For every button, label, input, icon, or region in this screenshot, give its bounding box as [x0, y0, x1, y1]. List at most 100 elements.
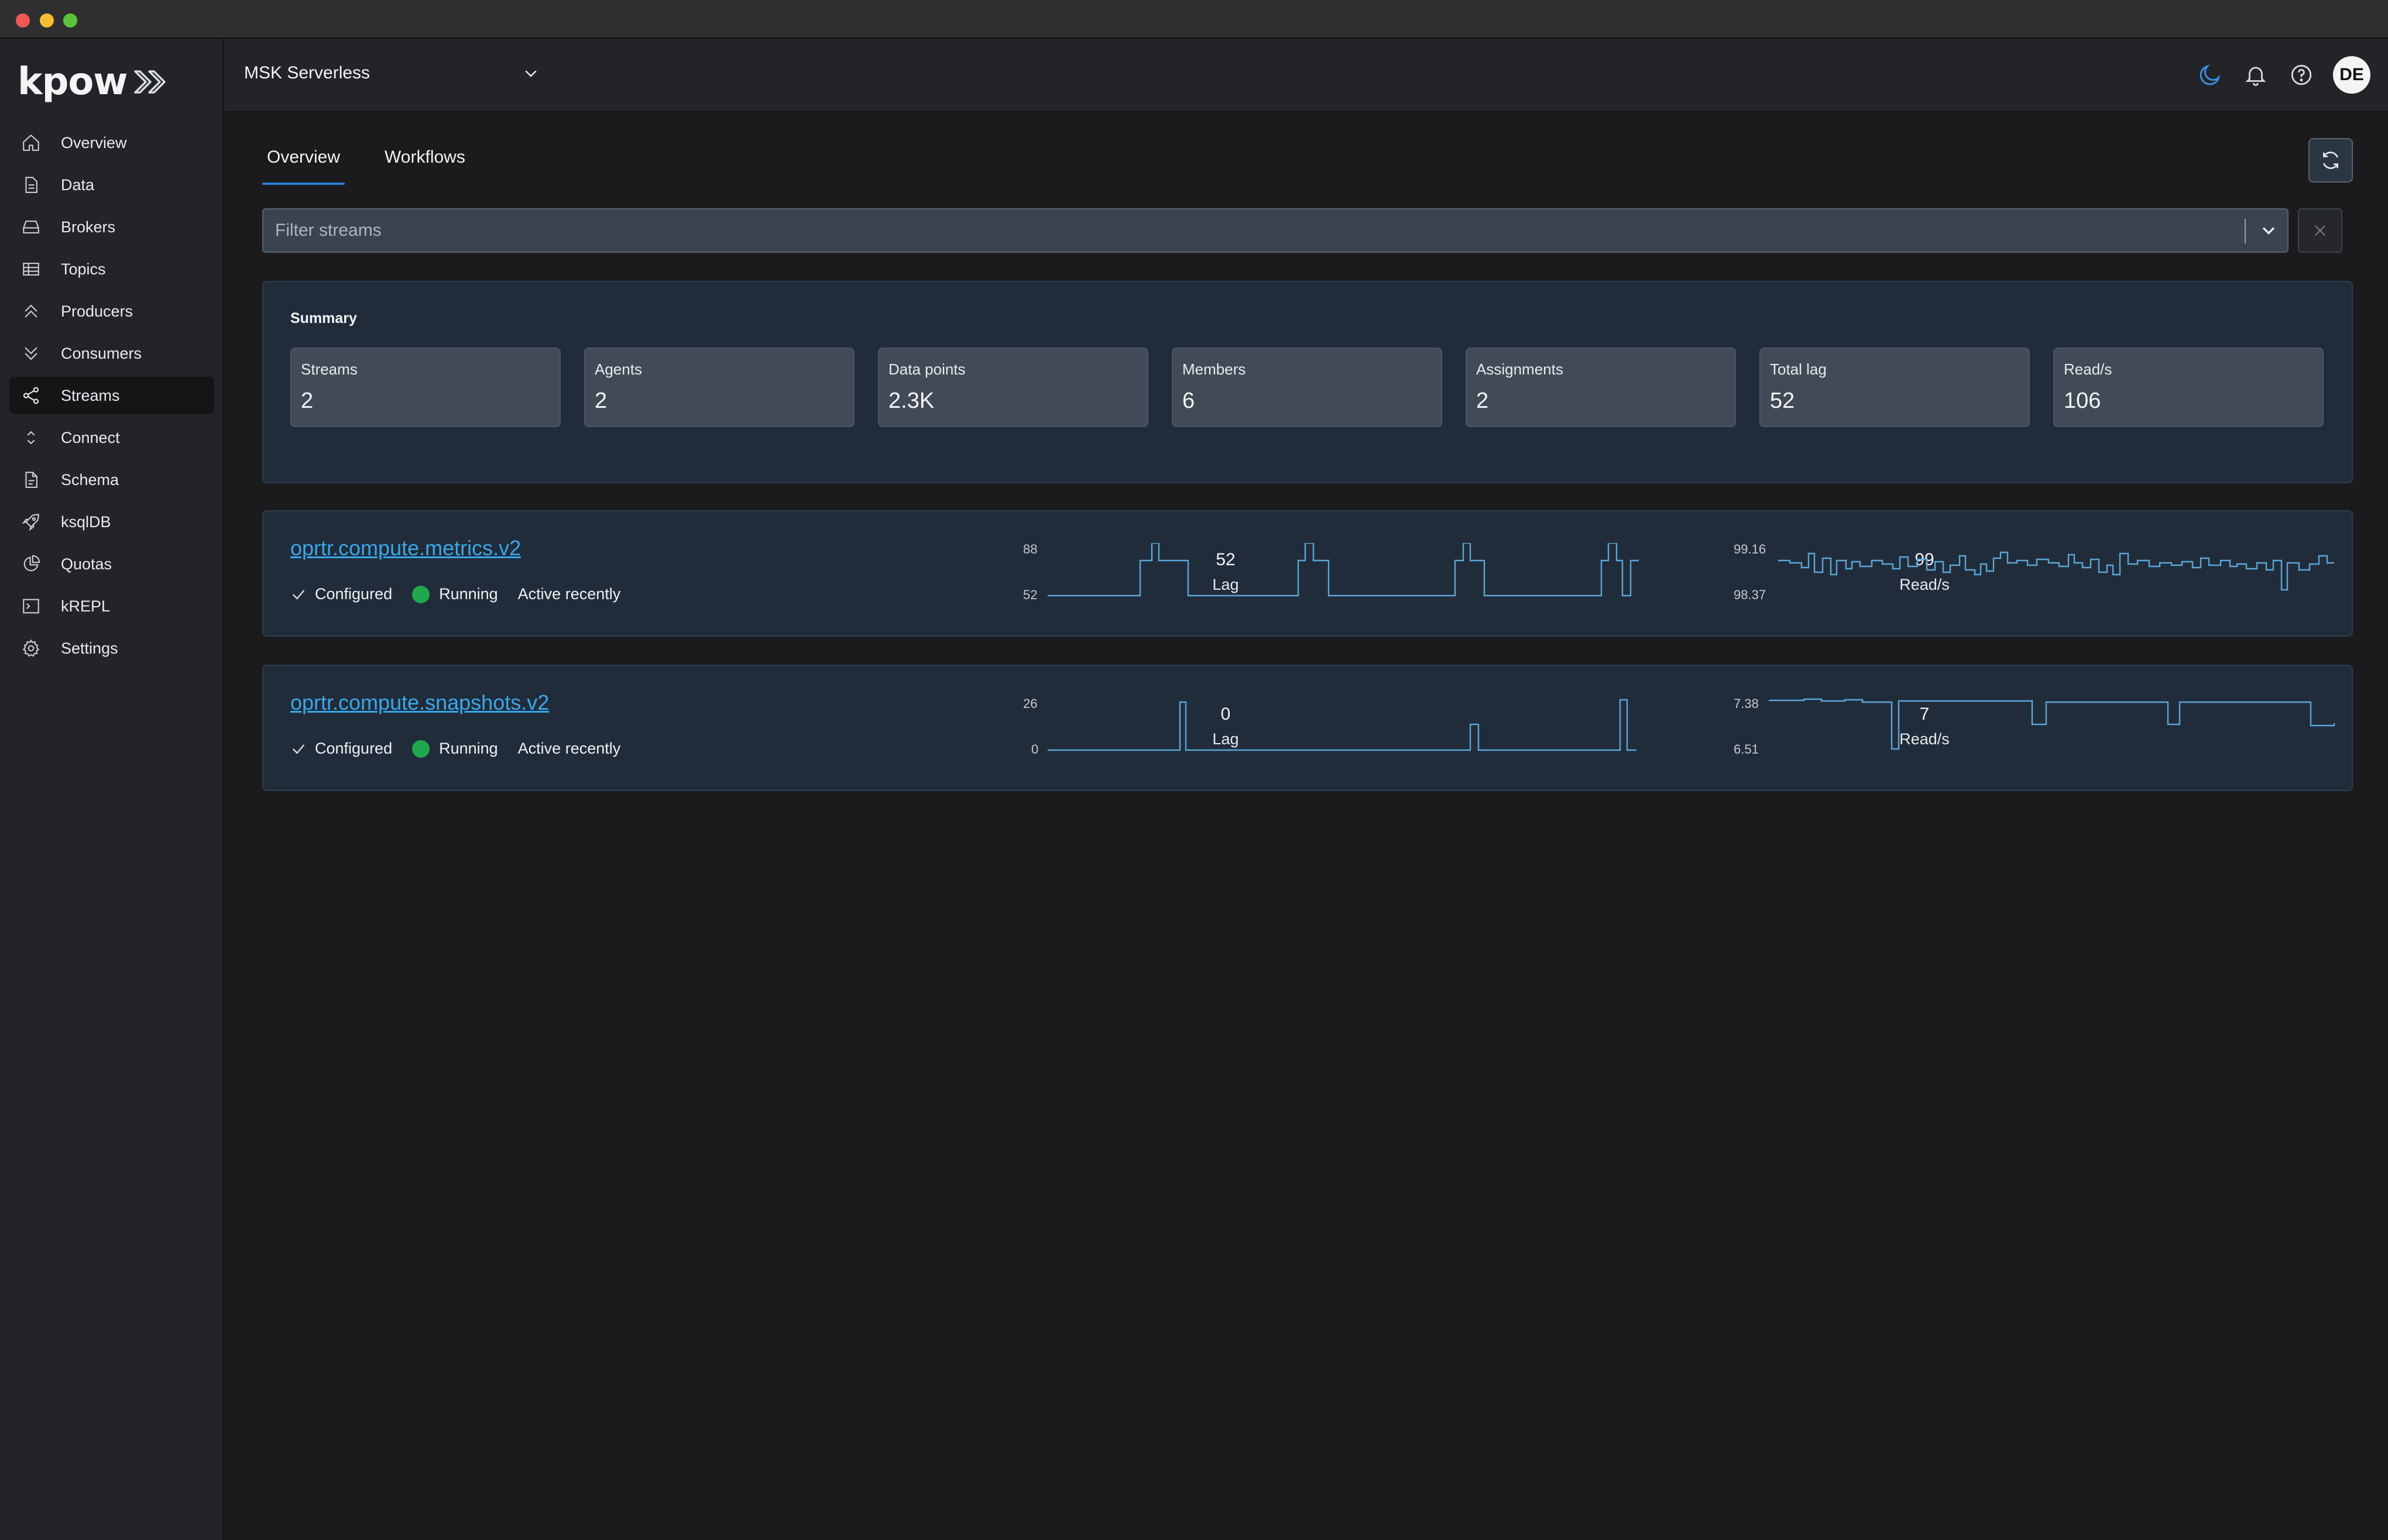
header-actions: DE: [2183, 56, 2370, 94]
tab-bar: Overview Workflows: [262, 147, 505, 185]
stat-value: 2.3K: [888, 389, 935, 413]
reads-sparkline: [1769, 698, 2335, 750]
lag-sparkline-path: [1048, 543, 1639, 597]
sidebar-item-connect[interactable]: Connect: [9, 419, 214, 456]
theme-toggle-button[interactable]: [2191, 56, 2229, 94]
sidebar: kpow Overview Data Brokers Topics Produc…: [0, 39, 224, 1540]
sidebar-item-ksqldb[interactable]: ksqlDB: [9, 503, 214, 541]
close-icon: [2315, 225, 2325, 236]
configured-label: Configured: [315, 740, 393, 757]
home-icon: [23, 135, 39, 151]
stream-status: Configured Running Active recently: [290, 585, 640, 603]
sidebar-item-brokers[interactable]: Brokers: [9, 208, 214, 246]
stat-label: Assignments: [1476, 360, 1563, 378]
terminal-icon: [23, 599, 39, 614]
sidebar-item-label: kREPL: [61, 597, 111, 615]
up-down-icon: [27, 431, 35, 445]
tab-workflows[interactable]: Workflows: [380, 147, 470, 185]
sidebar-item-label: ksqlDB: [61, 513, 111, 531]
reads-sparkline: [1778, 551, 2334, 591]
refresh-button[interactable]: [2308, 138, 2353, 183]
chevron-down-icon[interactable]: [2258, 220, 2279, 241]
stream-card: oprtr.compute.metrics.v2 Configured Runn…: [262, 510, 2353, 637]
chevrons-down-icon: [25, 347, 37, 360]
stat-label: Data points: [888, 360, 966, 378]
main-content: Overview Workflows Summary Streams 2 Age…: [224, 114, 2388, 1540]
sidebar-item-label: Schema: [61, 470, 119, 489]
minimize-window-button[interactable]: [40, 13, 54, 28]
stat-value: 6: [1182, 389, 1195, 413]
stat-streams: Streams 2: [290, 348, 561, 427]
reads-axis-min: 6.51: [1734, 742, 1759, 757]
sidebar-item-krepl[interactable]: kREPL: [9, 587, 214, 625]
running-label: Running: [439, 585, 498, 603]
clear-filter-button[interactable]: [2298, 208, 2342, 253]
reads-axis-max: 7.38: [1734, 696, 1759, 711]
pie-chart-icon: [23, 555, 40, 572]
help-icon: [2291, 64, 2312, 85]
sidebar-item-topics[interactable]: Topics: [9, 250, 214, 288]
reads-sparkline-path: [1769, 698, 2335, 750]
stream-status: Configured Running Active recently: [290, 740, 640, 758]
gear-icon: [22, 639, 40, 657]
sidebar-nav: Overview Data Brokers Topics Producers C…: [9, 124, 214, 672]
file-icon: [25, 472, 37, 488]
check-icon: [292, 589, 305, 600]
sidebar-item-overview[interactable]: Overview: [9, 124, 214, 161]
sidebar-item-label: Overview: [61, 133, 127, 152]
lag-sparkline-path: [1048, 699, 1636, 751]
stat-value: 106: [2064, 389, 2101, 413]
share-icon: [23, 387, 39, 404]
filter-separator: [2245, 219, 2246, 243]
tab-overview[interactable]: Overview: [262, 147, 345, 185]
environment-label: MSK Serverless: [244, 63, 370, 82]
activity-label: Active recently: [517, 585, 621, 603]
stream-name-link[interactable]: oprtr.compute.snapshots.v2: [290, 690, 549, 715]
sidebar-item-data[interactable]: Data: [9, 166, 214, 204]
summary-panel: Summary Streams 2 Agents 2 Data points 2…: [262, 281, 2353, 483]
stat-assignments: Assignments 2: [1466, 348, 1736, 427]
activity-badge: Active recently: [518, 740, 621, 758]
lag-axis-min: 52: [1023, 587, 1038, 602]
rocket-icon: [22, 514, 39, 531]
kpow-logo[interactable]: kpow: [18, 60, 173, 104]
lag-axis-min: 0: [1031, 742, 1039, 757]
stat-agents: Agents 2: [584, 348, 855, 427]
help-button[interactable]: [2283, 56, 2320, 94]
chevrons-up-icon: [25, 304, 37, 318]
sidebar-item-streams[interactable]: Streams: [9, 377, 214, 414]
chevron-down-icon: [525, 70, 537, 77]
sidebar-item-quotas[interactable]: Quotas: [9, 545, 214, 583]
sidebar-item-consumers[interactable]: Consumers: [9, 335, 214, 372]
sidebar-item-label: Producers: [61, 302, 133, 320]
maximize-window-button[interactable]: [63, 13, 77, 28]
reads-axis-min: 98.37: [1734, 587, 1766, 602]
sidebar-item-schema[interactable]: Schema: [9, 461, 214, 499]
user-avatar[interactable]: DE: [2333, 56, 2370, 94]
environment-select[interactable]: MSK Serverless: [244, 63, 540, 83]
stat-data-points: Data points 2.3K: [878, 348, 1148, 427]
logo-text: kpow: [18, 60, 128, 104]
table-icon: [23, 263, 39, 276]
stat-value: 52: [1770, 389, 1795, 413]
server-icon: [23, 221, 39, 233]
window-titlebar: [0, 0, 2388, 39]
close-window-button[interactable]: [16, 13, 30, 28]
stat-label: Streams: [301, 360, 358, 378]
filter-streams-input[interactable]: [275, 209, 2207, 252]
running-status-dot: [412, 585, 430, 603]
notifications-button[interactable]: [2237, 56, 2274, 94]
sidebar-item-producers[interactable]: Producers: [9, 293, 214, 330]
summary-title: Summary: [290, 310, 357, 326]
top-header: MSK Serverless DE: [224, 39, 2388, 112]
stat-total-lag: Total lag 52: [1759, 348, 2030, 427]
running-label: Running: [439, 740, 498, 757]
stat-members: Members 6: [1172, 348, 1442, 427]
sidebar-item-label: Settings: [61, 639, 118, 657]
stat-reads-per-second: Read/s 106: [2053, 348, 2324, 427]
stat-value: 2: [595, 389, 608, 413]
filter-streams-select[interactable]: [262, 208, 2288, 253]
sidebar-item-settings[interactable]: Settings: [9, 630, 214, 667]
stream-name-link[interactable]: oprtr.compute.metrics.v2: [290, 536, 521, 561]
sidebar-item-label: Consumers: [61, 344, 142, 362]
